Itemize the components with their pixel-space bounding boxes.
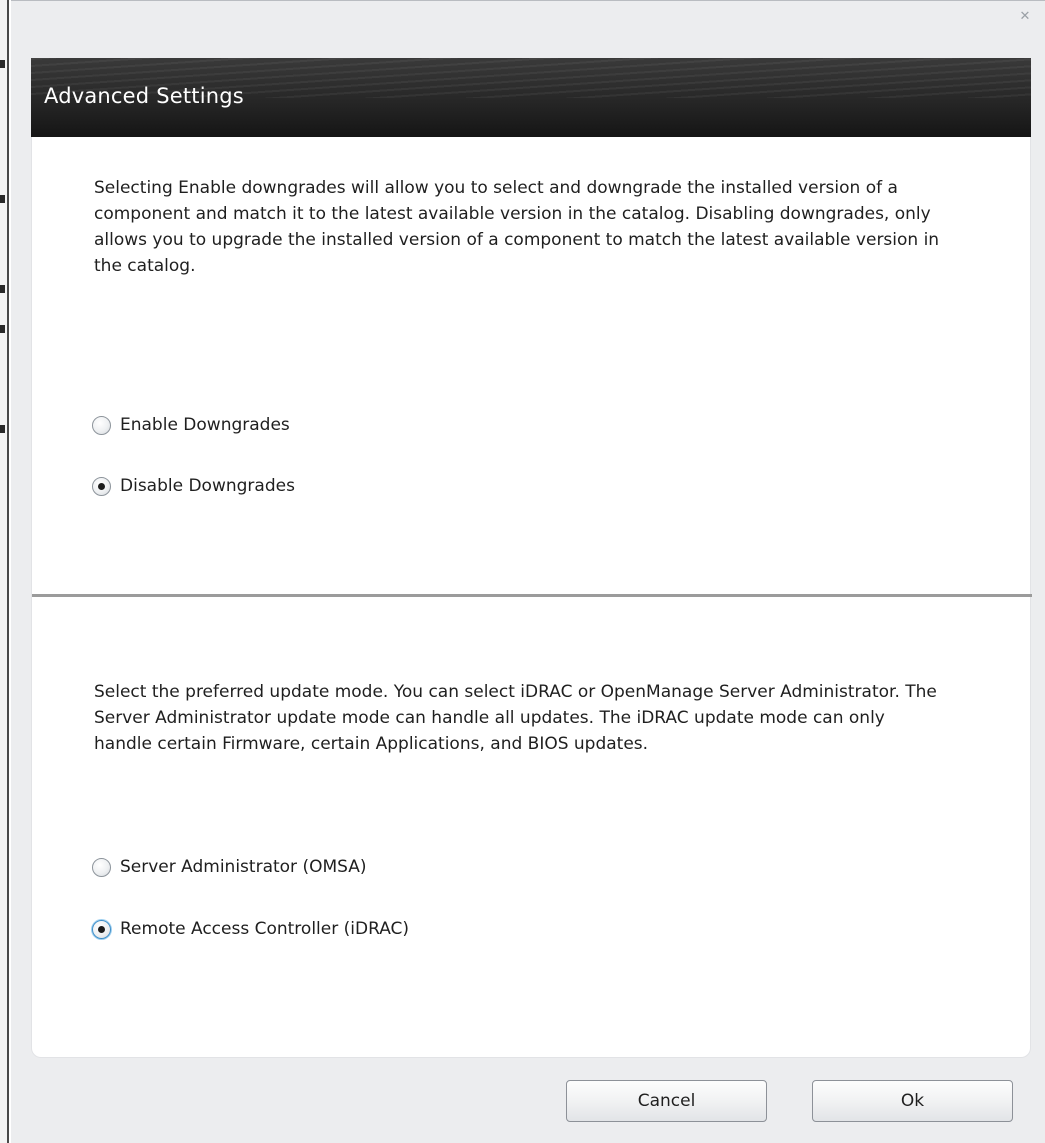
enable-downgrades-label: Enable Downgrades [120,415,290,435]
disable-downgrades-label: Disable Downgrades [120,476,295,496]
section-divider [32,594,1032,597]
edge-tick [0,425,5,433]
remote-access-controller-radio[interactable] [92,919,111,939]
edge-tick [0,285,5,293]
update-mode-description: Select the preferred update mode. You ca… [94,682,937,754]
edge-tick [0,60,5,68]
background-window-edge [0,0,9,1143]
server-administrator-option[interactable]: Server Administrator (OMSA) [92,854,367,880]
cancel-button[interactable]: Cancel [566,1080,767,1122]
close-icon[interactable]: ✕ [1017,9,1033,25]
ok-button[interactable]: Ok [812,1080,1013,1122]
advanced-settings-dialog: ✕ Advanced Settings Selecting Enable dow… [11,0,1045,1143]
remote-access-controller-label: Remote Access Controller (iDRAC) [120,919,410,939]
settings-panel: Selecting Enable downgrades will allow y… [31,137,1032,1058]
enable-downgrades-radio[interactable] [92,415,111,435]
server-administrator-label: Server Administrator (OMSA) [120,857,367,877]
remote-access-controller-option[interactable]: Remote Access Controller (iDRAC) [92,916,409,942]
server-administrator-radio[interactable] [92,857,111,877]
edge-tick [0,195,5,203]
disable-downgrades-radio[interactable] [92,476,111,496]
downgrade-description: Selecting Enable downgrades will allow y… [94,178,940,276]
dialog-header: Advanced Settings [31,58,1031,137]
disable-downgrades-option[interactable]: Disable Downgrades [92,473,295,499]
enable-downgrades-option[interactable]: Enable Downgrades [92,412,290,438]
edge-tick [0,325,5,333]
dialog-title: Advanced Settings [44,84,244,108]
